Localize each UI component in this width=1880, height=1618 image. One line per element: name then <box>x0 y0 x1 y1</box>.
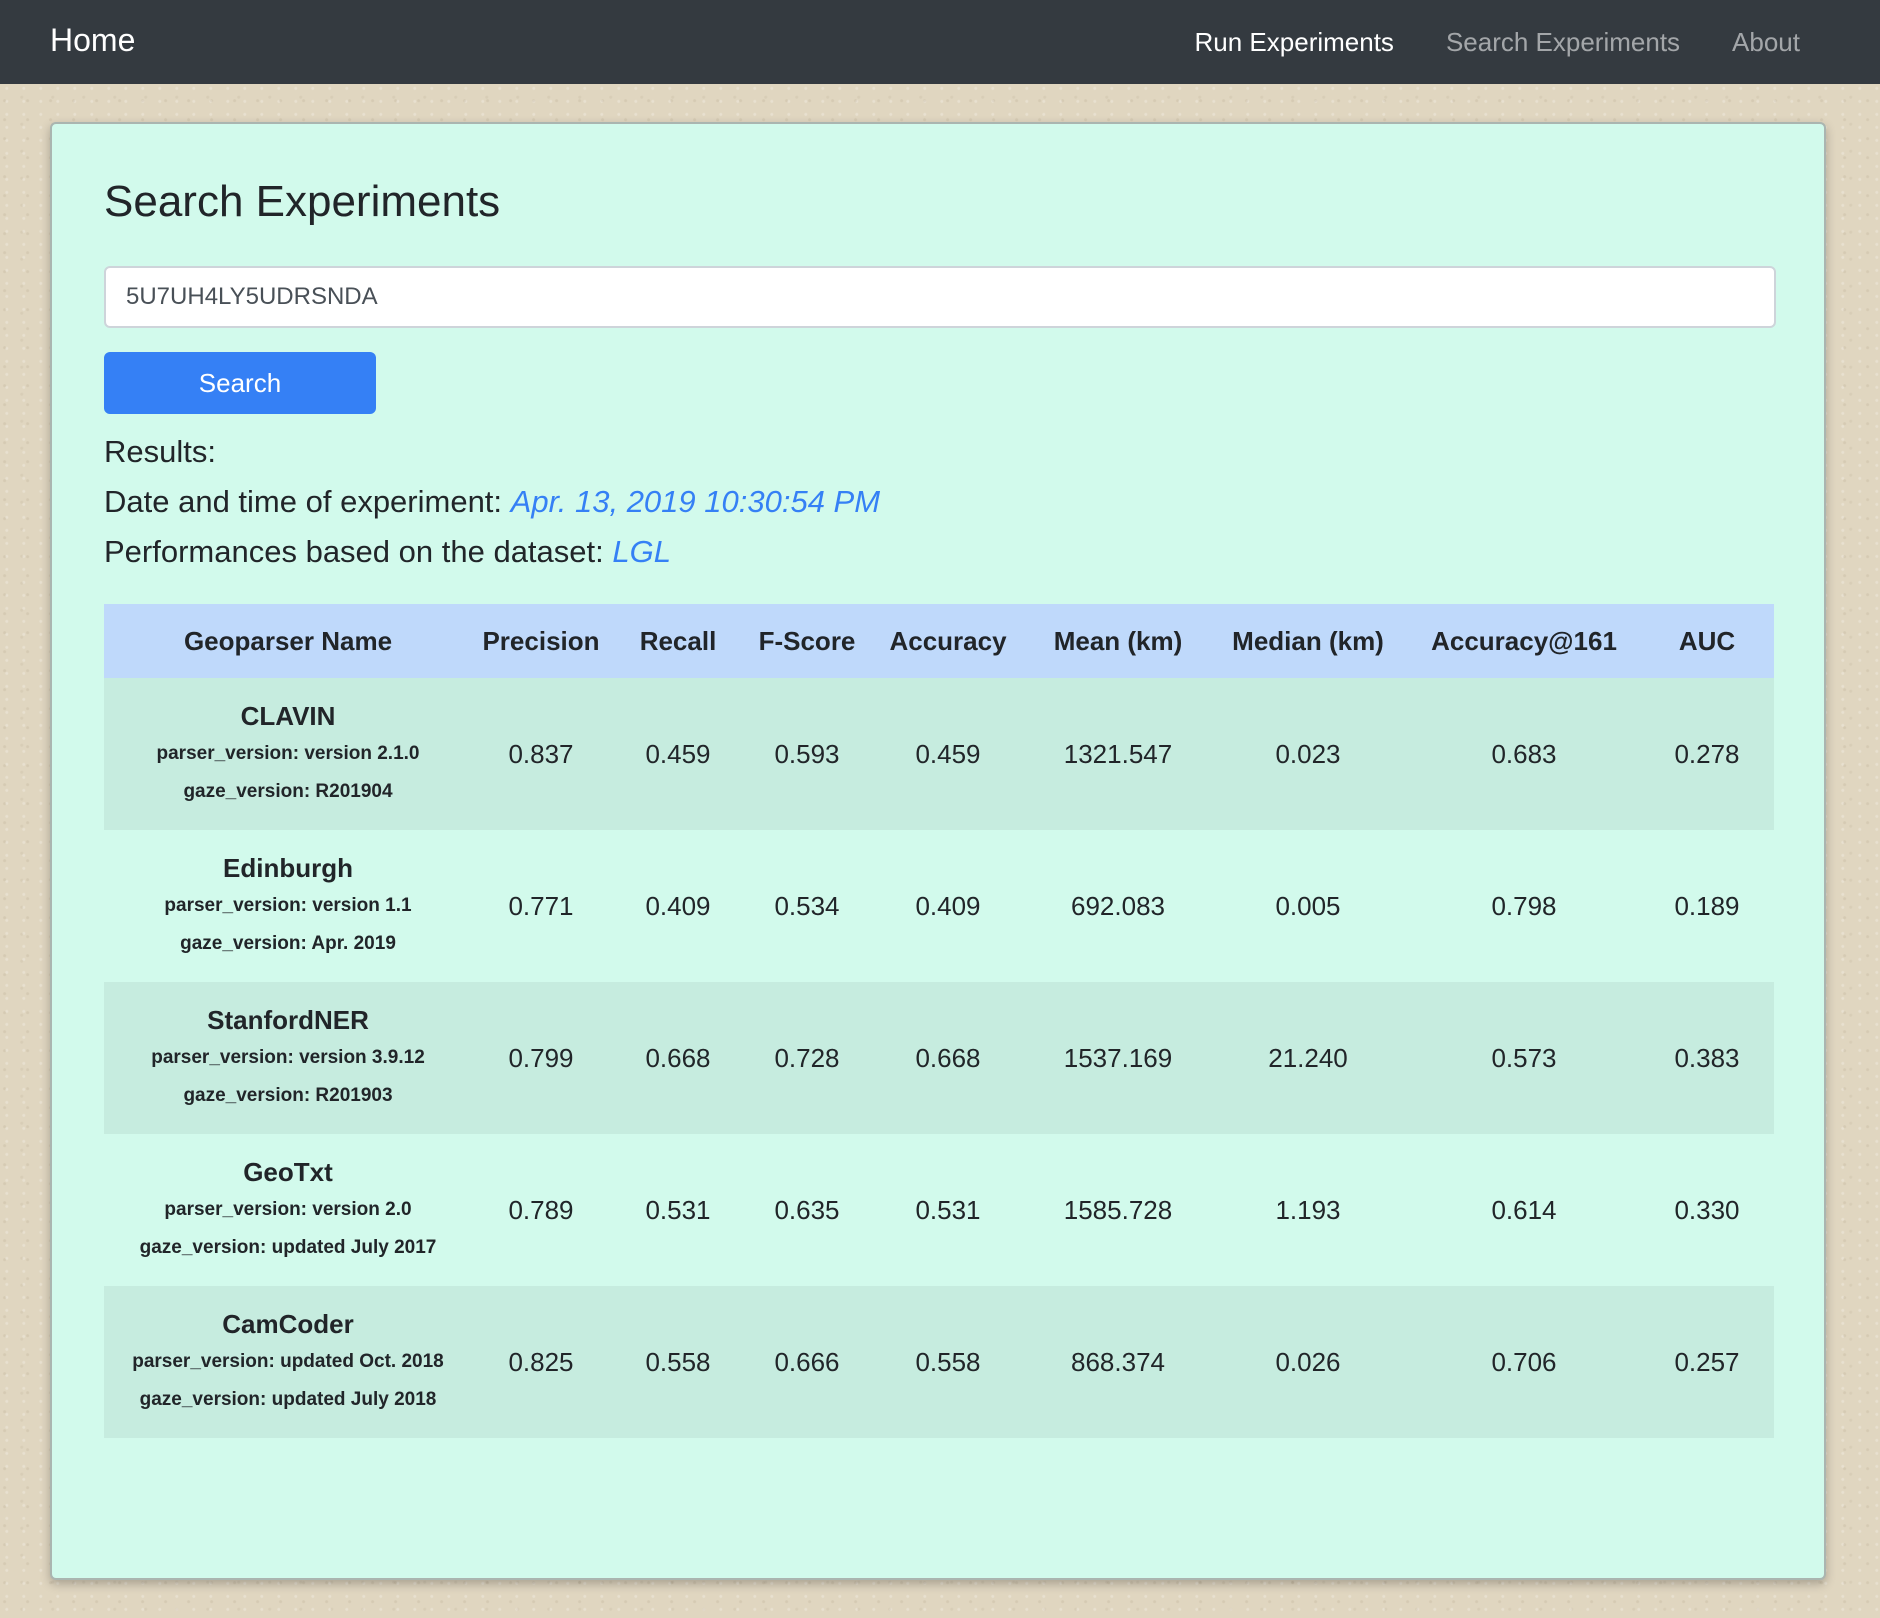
metric-cell: 0.614 <box>1491 1194 1557 1225</box>
table-row: CamCoder parser_version: updated Oct. 201… <box>104 1286 1774 1438</box>
table-body: CLAVIN parser_version: version 2.1.0 gaze_… <box>104 678 1774 1438</box>
metric-cell: 0.531 <box>645 1194 711 1225</box>
metric-cell: 0.666 <box>774 1346 840 1377</box>
nav-run-experiments[interactable]: Run Experiments <box>1195 22 1394 62</box>
parser-version: parser_version: version 2.0 <box>164 1199 412 1220</box>
metric-cell: 692.083 <box>1071 890 1165 921</box>
metric-cell: 0.459 <box>645 738 711 769</box>
metric-cell: 0.668 <box>645 1042 711 1073</box>
header-f-score: F-Score <box>758 625 856 656</box>
parser-version: parser_version: version 2.1.0 <box>156 743 420 764</box>
geoparser-cell: GeoTxt parser_version: version 2.0 gaze_ve… <box>104 1134 472 1286</box>
metric-cell: 1.193 <box>1275 1194 1341 1225</box>
geoparser-cell: CamCoder parser_version: updated Oct. 201… <box>104 1286 472 1438</box>
nav-search-experiments[interactable]: Search Experiments <box>1446 22 1680 62</box>
metric-cell: 0.825 <box>508 1346 574 1377</box>
table-row: CLAVIN parser_version: version 2.1.0 gaze_… <box>104 678 1774 830</box>
nav-about[interactable]: About <box>1732 22 1800 62</box>
gaze-version: gaze_version: R201904 <box>183 781 393 802</box>
metric-cell: 0.330 <box>1674 1194 1740 1225</box>
geoparser-cell: Edinburgh parser_version: version 1.1 gaze… <box>104 830 472 982</box>
metric-cell: 0.789 <box>508 1194 574 1225</box>
metric-cell: 0.558 <box>645 1346 711 1377</box>
header-auc: AUC <box>1678 625 1736 656</box>
header-mean-km: Mean (km) <box>1053 625 1183 656</box>
search-card: Search Experiments Search Results: Date … <box>50 122 1826 1580</box>
metric-cell: 0.409 <box>915 890 981 921</box>
table-row: GeoTxt parser_version: version 2.0 gaze_ve… <box>104 1134 1774 1286</box>
metric-cell: 21.240 <box>1268 1042 1348 1073</box>
metric-cell: 0.383 <box>1674 1042 1740 1073</box>
experiment-date-line: Date and time of experiment: Apr. 13, 20… <box>104 482 880 522</box>
table-row: Edinburgh parser_version: version 1.1 gaze… <box>104 830 1774 982</box>
header-precision: Precision <box>482 625 600 656</box>
geoparser-name: StanfordNER <box>207 1005 369 1035</box>
nav-links: Run Experiments Search Experiments About <box>1143 0 1800 84</box>
results-label: Results: <box>104 434 216 469</box>
metric-cell: 0.799 <box>508 1042 574 1073</box>
gaze-version: gaze_version: R201903 <box>183 1085 393 1106</box>
geoparser-name: CLAVIN <box>240 701 336 731</box>
metric-cell: 0.026 <box>1275 1346 1341 1377</box>
metric-cell: 0.278 <box>1674 738 1740 769</box>
metric-cell: 0.573 <box>1491 1042 1557 1073</box>
gaze-version: gaze_version: Apr. 2019 <box>180 933 396 954</box>
header-recall: Recall <box>639 625 717 656</box>
metric-cell: 0.409 <box>645 890 711 921</box>
parser-version: parser_version: version 1.1 <box>164 895 412 916</box>
metric-cell: 1585.728 <box>1063 1194 1173 1225</box>
geoparser-cell: StanfordNER parser_version: version 3.9.1… <box>104 982 472 1134</box>
geoparser-name: CamCoder <box>222 1309 354 1339</box>
metric-cell: 0.531 <box>915 1194 981 1225</box>
header-accuracy-161: Accuracy@161 <box>1431 625 1617 656</box>
metric-cell: 0.635 <box>774 1194 840 1225</box>
metric-cell: 0.558 <box>915 1346 981 1377</box>
metric-cell: 0.459 <box>915 738 981 769</box>
metric-cell: 0.534 <box>774 890 840 921</box>
metric-cell: 0.189 <box>1674 890 1740 921</box>
header-geoparser-name: Geoparser Name <box>183 625 393 656</box>
metric-cell: 0.683 <box>1491 738 1557 769</box>
gaze-version: gaze_version: updated July 2018 <box>139 1389 437 1410</box>
metric-cell: 868.374 <box>1071 1346 1165 1377</box>
header-median-km: Median (km) <box>1232 625 1384 656</box>
date-value: Apr. 13, 2019 10:30:54 PM <box>510 484 881 519</box>
metric-cell: 0.706 <box>1491 1346 1557 1377</box>
metric-cell: 0.593 <box>774 738 840 769</box>
geoparser-cell: CLAVIN parser_version: version 2.1.0 gaze_… <box>104 678 472 830</box>
metric-cell: 0.837 <box>508 738 574 769</box>
metric-cell: 0.005 <box>1275 890 1341 921</box>
table-header-row: Geoparser Name Precision Recall F-Score … <box>104 604 1774 678</box>
metric-cell: 0.023 <box>1275 738 1341 769</box>
geoparser-name: GeoTxt <box>243 1157 333 1187</box>
home-link[interactable]: Home <box>50 20 135 60</box>
dataset-label: Performances based on the dataset: <box>104 534 604 569</box>
results-table: Geoparser Name Precision Recall F-Score … <box>104 604 1774 1438</box>
metric-cell: 0.257 <box>1674 1346 1740 1377</box>
parser-version: parser_version: updated Oct. 2018 <box>132 1351 444 1372</box>
dataset-value: LGL <box>612 534 671 569</box>
parser-version: parser_version: version 3.9.12 <box>151 1047 425 1068</box>
metric-cell: 0.668 <box>915 1042 981 1073</box>
top-navbar: Home Run Experiments Search Experiments … <box>0 0 1880 84</box>
metric-cell: 0.771 <box>508 890 574 921</box>
date-label: Date and time of experiment: <box>104 484 503 519</box>
gaze-version: gaze_version: updated July 2017 <box>139 1237 437 1258</box>
search-button[interactable]: Search <box>104 352 376 414</box>
table-row: StanfordNER parser_version: version 3.9.1… <box>104 982 1774 1134</box>
page-title: Search Experiments <box>104 177 501 226</box>
search-input[interactable] <box>104 266 1776 328</box>
metric-cell: 1321.547 <box>1063 738 1173 769</box>
metric-cell: 0.728 <box>774 1042 840 1073</box>
header-accuracy: Accuracy <box>889 625 1007 656</box>
metric-cell: 1537.169 <box>1063 1042 1173 1073</box>
geoparser-name: Edinburgh <box>223 853 353 883</box>
dataset-line: Performances based on the dataset: LGL <box>104 532 671 572</box>
metric-cell: 0.798 <box>1491 890 1557 921</box>
